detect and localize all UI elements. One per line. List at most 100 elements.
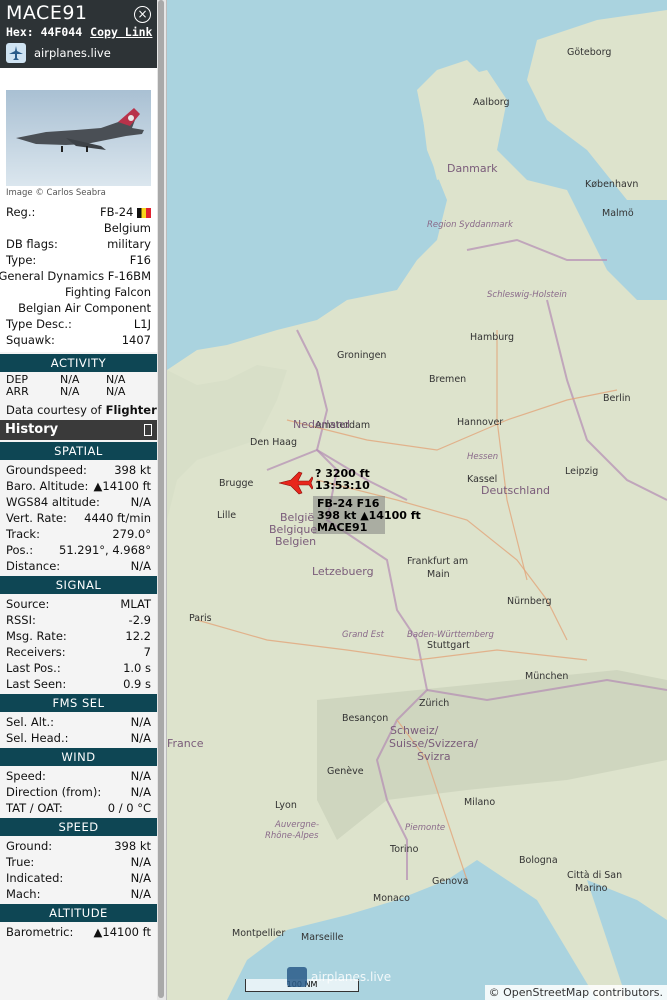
activity-section-header[interactable]: ACTIVITY (0, 354, 157, 372)
expand-icon[interactable] (144, 424, 152, 436)
close-icon[interactable]: × (134, 6, 151, 23)
region-label: Piemonte (405, 823, 446, 833)
city-label: Bologna (519, 855, 558, 866)
spatial-row: Baro. Altitude: ▲14100 ft (0, 478, 157, 494)
typedesc-value: L1J (133, 317, 151, 331)
speed-rows: Ground: 398 kt True: N/A Indicated: N/A Mach: N… (0, 838, 157, 902)
country-label: Danmark (447, 162, 498, 175)
history-title: History (5, 422, 59, 437)
sidebar-scrollbar[interactable] (157, 0, 167, 1000)
altitude-row-value: ▲14100 ft (93, 925, 151, 939)
signal-row-label: Last Seen: (6, 677, 67, 691)
speed-row-label: Mach: (6, 887, 41, 901)
speed-row: True: N/A (0, 854, 157, 870)
spatial-row: Pos.: 51.291°, 4.968° (0, 542, 157, 558)
wind-row: Direction (from): N/A (0, 784, 157, 800)
signal-row-label: RSSI: (6, 613, 36, 627)
city-label: Torino (390, 844, 419, 855)
signal-row: Source: MLAT (0, 596, 157, 612)
country-label: Deutschland (481, 484, 551, 497)
region-label: Rhône-Alpes (265, 831, 319, 841)
city-label: Monaco (373, 893, 410, 904)
arr-label: ARR (6, 385, 29, 398)
spatial-row-label: Track: (6, 527, 40, 541)
country-label: France (167, 737, 204, 750)
sidebar-header: MACE91 × Hex: 44F044 Copy Link airplanes.… (0, 0, 157, 68)
marker-label-callsign: MACE91 (317, 521, 368, 534)
spatial-rows: Groundspeed: 398 kt Baro. Altitude: ▲14100 … (0, 462, 157, 574)
city-label: Aalborg (473, 97, 510, 108)
country-label: Belgien (275, 535, 317, 548)
copy-link-button[interactable]: Copy Link (90, 25, 152, 39)
airplanes-live-logo-icon[interactable] (6, 43, 26, 63)
reg-value: FB-24 (100, 204, 151, 220)
type-label: Type: (6, 253, 37, 267)
region-label: Schleswig-Holstein (487, 290, 567, 300)
spatial-section-header[interactable]: SPATIAL (0, 442, 157, 460)
spatial-row-label: Distance: (6, 559, 61, 573)
wind-row-label: Speed: (6, 769, 46, 783)
altitude-section-header[interactable]: ALTITUDE (0, 904, 157, 922)
city-label: Stuttgart (427, 640, 470, 651)
operator-row: Belgian Air Component (0, 300, 157, 316)
city-label: Hamburg (470, 332, 515, 343)
city-label: Leipzig (565, 466, 599, 477)
history-header[interactable]: History (0, 420, 157, 440)
source-name[interactable]: airplanes.live (34, 46, 111, 60)
wind-row: TAT / OAT: 0 / 0 °C (0, 800, 157, 816)
flightera-link[interactable]: Flightera (106, 402, 157, 418)
signal-row: RSSI: -2.9 (0, 612, 157, 628)
wind-row: Speed: N/A (0, 768, 157, 784)
type-value: F16 (129, 253, 151, 267)
wind-row-value: N/A (130, 785, 151, 799)
aircraft-photo-panel: Image © Carlos Seabra (0, 68, 157, 202)
map-view[interactable]: Göteborg Aalborg København Malmö Hamburg… (167, 0, 667, 1000)
wind-section-header[interactable]: WIND (0, 748, 157, 766)
speed-section-header[interactable]: SPEED (0, 818, 157, 836)
marker-label-time: 13:53:10 (315, 479, 370, 492)
signal-row-label: Last Pos.: (6, 661, 61, 675)
country-label: Letzebuerg (312, 565, 374, 578)
city-label: Nürnberg (507, 596, 552, 607)
spatial-row: WGS84 altitude: N/A (0, 494, 157, 510)
signal-section-header[interactable]: SIGNAL (0, 576, 157, 594)
arr-value-2: N/A (106, 385, 126, 398)
spatial-row-label: Baro. Altitude: (6, 479, 89, 493)
reg-row: Reg.: FB-24 (0, 204, 157, 220)
model-line-1: General Dynamics F-16BM (0, 269, 151, 283)
city-label: Groningen (337, 350, 387, 361)
type-row: Type: F16 (0, 252, 157, 268)
city-label: København (585, 179, 639, 190)
country-value: Belgium (103, 221, 151, 235)
signal-row: Last Seen: 0.9 s (0, 676, 157, 692)
spatial-row-label: Groundspeed: (6, 463, 87, 477)
fms-section-header[interactable]: FMS SEL (0, 694, 157, 712)
signal-row: Receivers: 7 (0, 644, 157, 660)
city-label: Lille (217, 510, 237, 521)
spatial-row-label: Pos.: (6, 543, 34, 557)
signal-row-value: 12.2 (125, 629, 151, 643)
map-attribution[interactable]: © OpenStreetMap contributors. (484, 985, 667, 1000)
city-label: Città di San (567, 870, 623, 881)
speed-row-value: N/A (130, 871, 151, 885)
signal-row-label: Msg. Rate: (6, 629, 67, 643)
scrollbar-thumb[interactable] (158, 0, 164, 998)
aircraft-photo[interactable] (6, 90, 151, 186)
aircraft-marker-icon[interactable] (277, 470, 314, 500)
city-label: Marseille (301, 932, 344, 943)
spatial-row-value: N/A (130, 559, 151, 573)
speed-row-label: Indicated: (6, 871, 64, 885)
model-line-2: Fighting Falcon (65, 285, 151, 299)
city-label: Den Haag (250, 437, 298, 448)
fms-row-value: N/A (130, 715, 151, 729)
aircraft-info-sidebar: MACE91 × Hex: 44F044 Copy Link airplanes.… (0, 0, 157, 1000)
signal-row: Msg. Rate: 12.2 (0, 628, 157, 644)
squawk-row: Squawk: 1407 (0, 332, 157, 348)
belgium-flag-icon (137, 207, 151, 218)
speed-row-value: N/A (130, 855, 151, 869)
dbflags-value: military (107, 237, 151, 251)
reg-label: Reg.: (6, 205, 36, 219)
spatial-row: Groundspeed: 398 kt (0, 462, 157, 478)
speed-row-value: N/A (130, 887, 151, 901)
fms-row: Sel. Head.: N/A (0, 730, 157, 746)
